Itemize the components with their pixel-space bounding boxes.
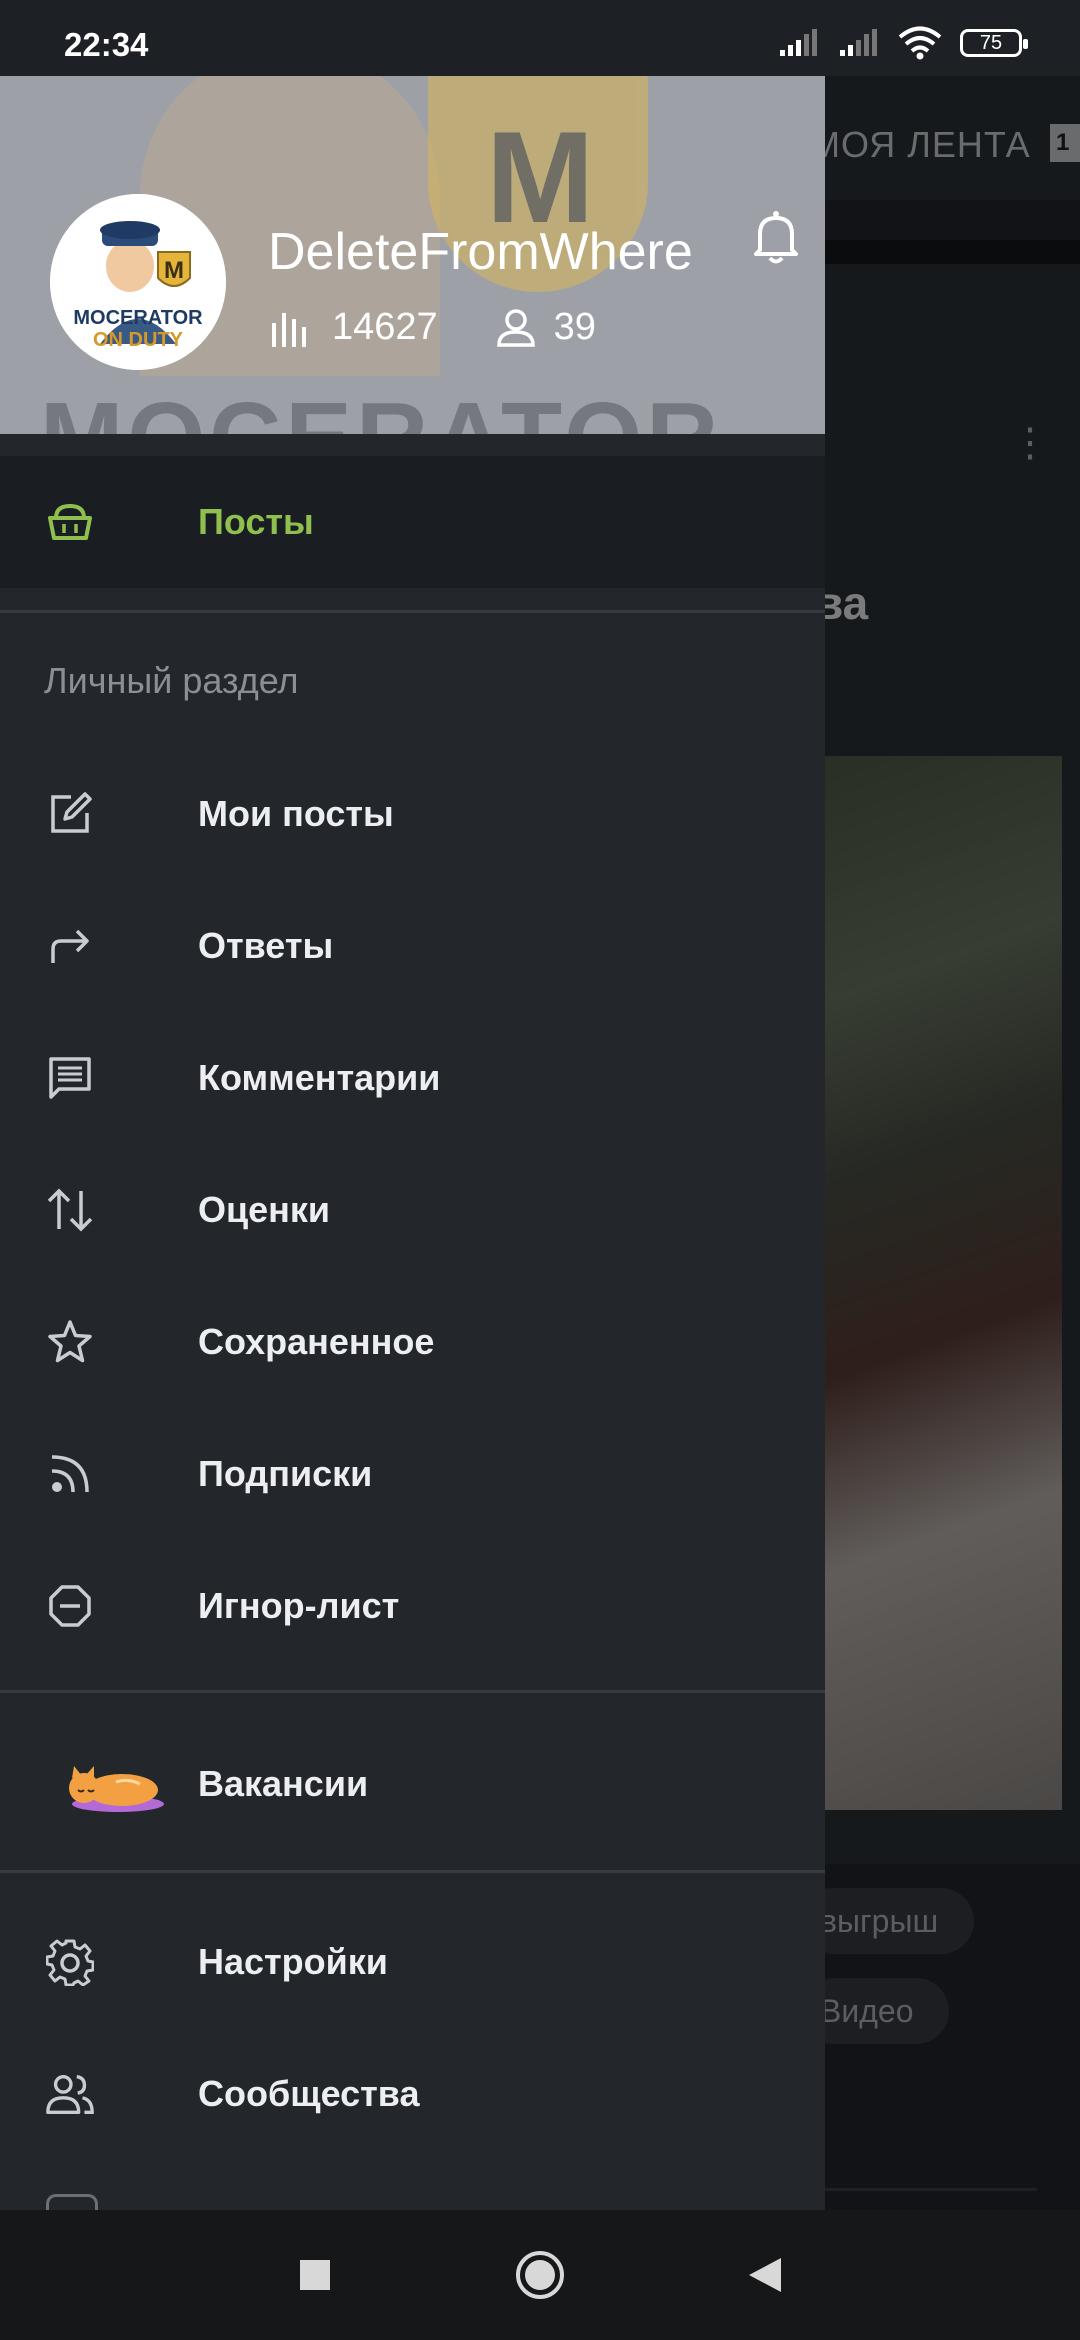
comment-icon	[44, 1052, 96, 1104]
block-icon	[44, 1580, 96, 1632]
signal-icon	[840, 29, 877, 56]
bell-icon[interactable]	[750, 210, 802, 266]
menu-item-label: Посты	[198, 501, 314, 542]
menu-item-replies[interactable]: Ответы	[0, 884, 825, 1008]
edit-square-icon	[44, 788, 96, 840]
home-icon	[516, 2251, 564, 2299]
menu-item-settings[interactable]: Настройки	[0, 1900, 825, 2024]
user-stats: 14627 39	[270, 306, 654, 349]
gear-icon	[44, 1936, 96, 1988]
status-bar: 22:34 75	[0, 0, 1080, 76]
svg-text:M: M	[164, 257, 184, 284]
section-title-personal: Личный раздел	[44, 660, 299, 701]
menu-item-label: Мои посты	[198, 793, 394, 834]
menu-item-communities[interactable]: Сообщества	[0, 2032, 825, 2156]
status-time: 22:34	[64, 26, 149, 63]
reply-arrow-icon	[44, 920, 96, 972]
menu-item-label: Комментарии	[198, 1057, 441, 1098]
menu-item-ignore-list[interactable]: Игнор-лист	[0, 1544, 825, 1668]
menu-item-subscriptions[interactable]: Подписки	[0, 1412, 825, 1536]
menu-item-label: Вакансии	[198, 1763, 369, 1804]
navigation-drawer: M MOCERATOR M MOCERATOR ON DUTY DeleteFr…	[0, 76, 825, 2210]
battery-icon: 75	[960, 29, 1028, 57]
rating-value: 14627	[332, 306, 438, 348]
avatar[interactable]: M MOCERATOR ON DUTY	[50, 194, 226, 370]
status-icons: 75	[778, 26, 1028, 60]
rss-icon	[44, 1448, 96, 1500]
rating-stat: 14627	[270, 306, 438, 349]
moderator-avatar-image: M MOCERATOR ON DUTY	[50, 194, 226, 370]
star-icon	[44, 1316, 96, 1368]
basket-icon	[44, 496, 96, 548]
menu-item-label: Подписки	[198, 1453, 373, 1494]
menu-item-label: Игнор-лист	[198, 1585, 400, 1626]
menu-item-comments[interactable]: Комментарии	[0, 1016, 825, 1140]
menu-item-label: Ответы	[198, 925, 334, 966]
home-button[interactable]	[510, 2210, 570, 2340]
divider	[0, 610, 825, 613]
battery-level: 75	[979, 31, 1003, 54]
menu-item-saved[interactable]: Сохраненное	[0, 1280, 825, 1404]
svg-text:ON DUTY: ON DUTY	[93, 329, 184, 351]
menu-item-label: Сообщества	[198, 2073, 420, 2114]
system-nav-bar	[0, 2210, 1080, 2340]
header-background-text: MOCERATOR	[40, 381, 722, 434]
menu-item-label: Настройки	[198, 1941, 388, 1982]
subscribers-value: 39	[553, 306, 596, 348]
cat-icon	[58, 1754, 168, 1814]
up-down-arrows-icon	[44, 1184, 96, 1236]
divider	[0, 1870, 825, 1873]
menu-item-label: Оценки	[198, 1189, 331, 1230]
menu-item-ratings[interactable]: Оценки	[0, 1148, 825, 1272]
person-icon	[496, 308, 535, 347]
back-icon	[749, 2258, 781, 2292]
wifi-icon	[898, 26, 942, 60]
people-icon	[44, 2068, 96, 2120]
divider	[0, 1690, 825, 1693]
subscribers-stat: 39	[496, 306, 596, 349]
partial-next-item-icon	[46, 2194, 98, 2210]
drawer-header: M MOCERATOR M MOCERATOR ON DUTY DeleteFr…	[0, 76, 825, 434]
rating-bars-icon	[272, 312, 306, 347]
recents-icon	[300, 2260, 330, 2290]
recents-button[interactable]	[290, 2210, 340, 2340]
menu-item-my-posts[interactable]: Мои посты	[0, 752, 825, 876]
menu-item-jobs[interactable]: Вакансии	[0, 1722, 825, 1846]
menu-item-label: Сохраненное	[198, 1321, 435, 1362]
svg-text:MOCERATOR: MOCERATOR	[73, 307, 203, 329]
menu-item-posts[interactable]: Посты	[0, 456, 825, 588]
back-button[interactable]	[740, 2210, 790, 2340]
username[interactable]: DeleteFromWhere	[268, 222, 693, 282]
signal-icon	[780, 29, 817, 56]
